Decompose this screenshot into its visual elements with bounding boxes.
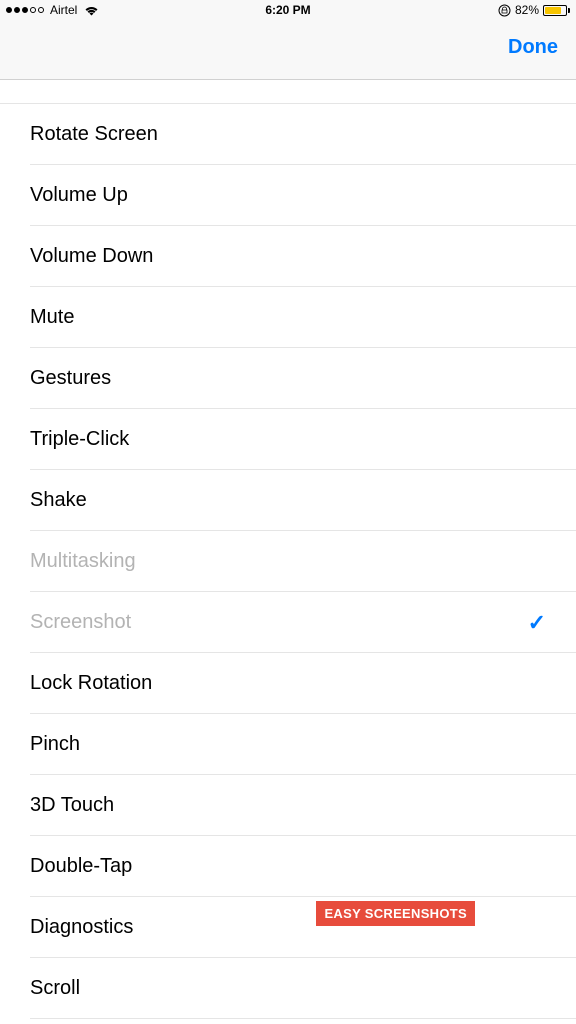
status-left: Airtel [6,3,99,17]
list-item-label: 3D Touch [30,794,114,817]
status-right: 82% [498,3,570,17]
battery-fill [545,7,561,14]
navigation-bar: Done [0,20,576,80]
carrier-name: Airtel [50,3,77,17]
list-item-label: Lock Rotation [30,672,152,695]
list-item[interactable]: Pinch [0,714,576,775]
list-item-label: Shake [30,489,87,512]
list-item[interactable]: Triple-Click [0,409,576,470]
list-item[interactable]: Shake [0,470,576,531]
list-item-label: Volume Down [30,245,153,268]
list-item[interactable]: Lock Rotation [0,653,576,714]
list-item[interactable]: Gestures [0,348,576,409]
list-item[interactable]: Double-Tap [0,836,576,897]
list-spacer [0,80,576,104]
list-item-label: Mute [30,306,74,329]
wifi-icon [84,5,99,16]
list-item[interactable]: Screenshot ✓ [0,592,576,653]
list-item-label: Triple-Click [30,428,129,451]
list-item[interactable]: Volume Up [0,165,576,226]
list-item-label: Scroll [30,977,80,1000]
list-item[interactable]: Multitasking [0,531,576,592]
orientation-lock-icon [498,4,511,17]
list-item[interactable]: 3D Touch [0,775,576,836]
status-time: 6:20 PM [265,3,310,17]
list-item[interactable]: Volume Down [0,226,576,287]
list-item-label: Double-Tap [30,855,132,878]
done-button[interactable]: Done [508,36,558,59]
list-item[interactable]: Mute [0,287,576,348]
checkmark-icon: ✓ [528,610,546,636]
list-item[interactable]: Diagnostics [0,897,576,958]
battery-percentage: 82% [515,3,539,17]
list-item-label: Diagnostics [30,916,133,939]
list-item-label: Screenshot [30,611,131,634]
list-item-label: Pinch [30,733,80,756]
battery-icon [543,5,570,16]
list-item[interactable]: Rotate Screen [0,104,576,165]
list-item-label: Multitasking [30,550,136,573]
list-item-label: Gestures [30,367,111,390]
list-item[interactable]: Scroll [0,958,576,1019]
watermark-badge: EASY SCREENSHOTS [316,901,475,926]
list-item-label: Rotate Screen [30,123,158,146]
status-bar: Airtel 6:20 PM 82% [0,0,576,20]
signal-strength-icon [6,7,44,13]
list-item-label: Volume Up [30,184,128,207]
options-list: Rotate Screen Volume Up Volume Down Mute Ges… [0,80,576,1019]
